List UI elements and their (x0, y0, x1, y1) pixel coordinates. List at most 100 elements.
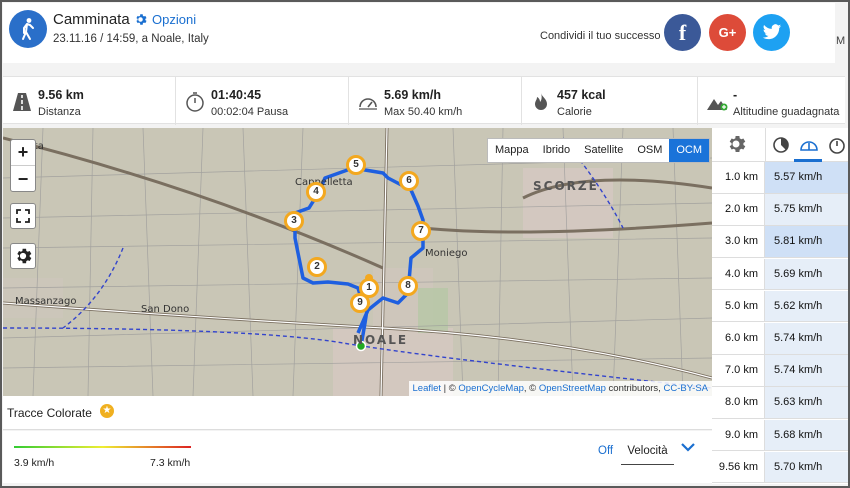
route-marker-2[interactable]: 2 (307, 257, 327, 277)
options-link[interactable]: Opzioni (134, 12, 196, 27)
stats-bar: 9.56 km Distanza 01:40:45 00:02:04 Pausa… (3, 76, 845, 125)
activity-date-location: 23.11.16 / 14:59, a Noale, Italy (53, 33, 209, 45)
route-marker-7[interactable]: 7 (411, 221, 431, 241)
split-row[interactable]: 2.0 km 5.75 km/h (712, 194, 848, 226)
split-distance: 5.0 km (712, 290, 765, 322)
split-row[interactable]: 8.0 km 5.63 km/h (712, 387, 848, 419)
split-distance: 9.56 km (712, 451, 765, 483)
zoom-out-button[interactable]: − (11, 166, 35, 192)
split-distance: 2.0 km (712, 194, 765, 225)
flame-icon (535, 93, 547, 110)
speed-legend: 3.9 km/h 7.3 km/h Off Velocità (3, 431, 712, 483)
stat-value: 457 kcal (557, 88, 606, 102)
split-row[interactable]: 9.0 km 5.68 km/h (712, 419, 848, 452)
mountain-icon (707, 99, 728, 111)
openstreetmap-link[interactable]: OpenStreetMap (539, 383, 606, 394)
stat-calories: 457 kcal Calorie (522, 77, 698, 125)
stat-label: Altitudine guadagnata (733, 106, 840, 118)
off-toggle[interactable]: Off (598, 445, 613, 457)
place-label-massanzago: Massanzago (15, 296, 76, 307)
stat-value: 9.56 km (38, 88, 84, 102)
split-distance: 8.0 km (712, 387, 765, 418)
premium-star-icon: ★ (100, 404, 114, 418)
google-plus-share-button[interactable]: G+ (709, 14, 746, 51)
split-distance: 4.0 km (712, 258, 765, 290)
zoom-in-button[interactable]: + (11, 140, 35, 166)
split-distance: 3.0 km (712, 226, 765, 257)
layer-ibrido[interactable]: Ibrido (536, 139, 578, 162)
twitter-share-button[interactable] (753, 14, 790, 51)
split-speed: 5.68 km/h (765, 419, 848, 451)
split-row[interactable]: 5.0 km 5.62 km/h (712, 290, 848, 323)
map-settings-button[interactable] (10, 243, 36, 269)
activity-title: Camminata (53, 11, 130, 28)
speedometer-icon (359, 98, 377, 110)
split-row[interactable]: 3.0 km 5.81 km/h (712, 226, 848, 258)
stat-value: - (733, 88, 738, 102)
split-speed: 5.57 km/h (765, 162, 848, 193)
split-distance: 6.0 km (712, 323, 765, 354)
speed-tab-icon[interactable] (799, 136, 819, 154)
route-marker-3[interactable]: 3 (284, 211, 304, 231)
fullscreen-button[interactable] (10, 203, 36, 229)
gear-icon (136, 14, 147, 25)
map-layer-switcher: Mappa Ibrido Satellite OSM OCM (487, 138, 711, 163)
split-row[interactable]: 4.0 km 5.69 km/h (712, 258, 848, 291)
split-speed: 5.69 km/h (765, 258, 848, 290)
split-speed: 5.63 km/h (765, 387, 848, 418)
divider (765, 128, 766, 162)
colored-tracks-title: Tracce Colorate (7, 406, 92, 420)
stopwatch-icon (186, 92, 204, 112)
layer-osm[interactable]: OSM (630, 139, 669, 162)
split-row[interactable]: 7.0 km 5.74 km/h (712, 355, 848, 387)
split-speed: 5.75 km/h (765, 194, 848, 225)
layer-satellite[interactable]: Satellite (577, 139, 630, 162)
pace-tab-icon[interactable] (772, 136, 790, 154)
route-marker-8[interactable]: 8 (398, 276, 418, 296)
metric-select[interactable]: Velocità (621, 439, 674, 465)
attribution-text: , © (523, 383, 539, 394)
leaflet-link[interactable]: Leaflet (413, 383, 442, 394)
colored-tracks-section: Tracce Colorate ★ (3, 396, 712, 430)
facebook-share-button[interactable]: f (664, 14, 701, 51)
route-marker-6[interactable]: 6 (399, 171, 419, 191)
legend-max: 7.3 km/h (150, 457, 191, 469)
google-plus-icon: G+ (718, 25, 737, 40)
speed-gradient-bar (14, 446, 191, 448)
place-label-scorze: SCORZÈ (533, 178, 599, 193)
split-row[interactable]: 6.0 km 5.74 km/h (712, 323, 848, 355)
split-speed: 5.74 km/h (765, 355, 848, 386)
split-speed: 5.62 km/h (765, 290, 848, 322)
split-speed: 5.74 km/h (765, 323, 848, 354)
stat-value: 5.69 km/h (384, 88, 441, 102)
split-distance: 7.0 km (712, 355, 765, 386)
route-marker-9[interactable]: 9 (350, 293, 370, 313)
place-label-noale: NOALE (353, 333, 408, 347)
layer-ocm[interactable]: OCM (669, 139, 710, 162)
twitter-icon (762, 24, 781, 40)
gear-icon[interactable] (726, 134, 746, 154)
stat-label: Max 50.40 km/h (384, 106, 463, 118)
walking-icon (9, 10, 47, 48)
attribution-text: contributors, (605, 383, 664, 394)
split-row[interactable]: 1.0 km 5.57 km/h (712, 162, 848, 194)
facebook-icon: f (678, 19, 687, 45)
place-label-san-dono: San Dono (141, 304, 189, 315)
license-link[interactable]: CC-BY-SA (663, 383, 708, 394)
stopwatch-tab-icon[interactable] (828, 136, 846, 154)
split-speed: 5.70 km/h (765, 451, 848, 483)
stat-label: 00:02:04 Pausa (211, 106, 289, 118)
map-attribution: Leaflet | © OpenCycleMap, © OpenStreetMa… (408, 381, 712, 396)
activity-header: Camminata Opzioni 23.11.16 / 14:59, a No… (3, 3, 835, 63)
route-map[interactable]: SCORZÈ NOALE Cappelletta Moniego Massanz… (3, 128, 712, 396)
split-row[interactable]: 9.56 km 5.70 km/h (712, 451, 848, 484)
opencyclemap-link[interactable]: OpenCycleMap (458, 383, 523, 394)
route-marker-5[interactable]: 5 (346, 155, 366, 175)
place-label-moniego: Moniego (425, 248, 467, 259)
attribution-text: | © (441, 383, 459, 394)
route-marker-4[interactable]: 4 (306, 182, 326, 202)
layer-mappa[interactable]: Mappa (488, 139, 536, 162)
stat-duration: 01:40:45 00:02:04 Pausa (176, 77, 349, 125)
gear-icon (17, 248, 32, 264)
chevron-down-icon[interactable] (681, 442, 695, 452)
